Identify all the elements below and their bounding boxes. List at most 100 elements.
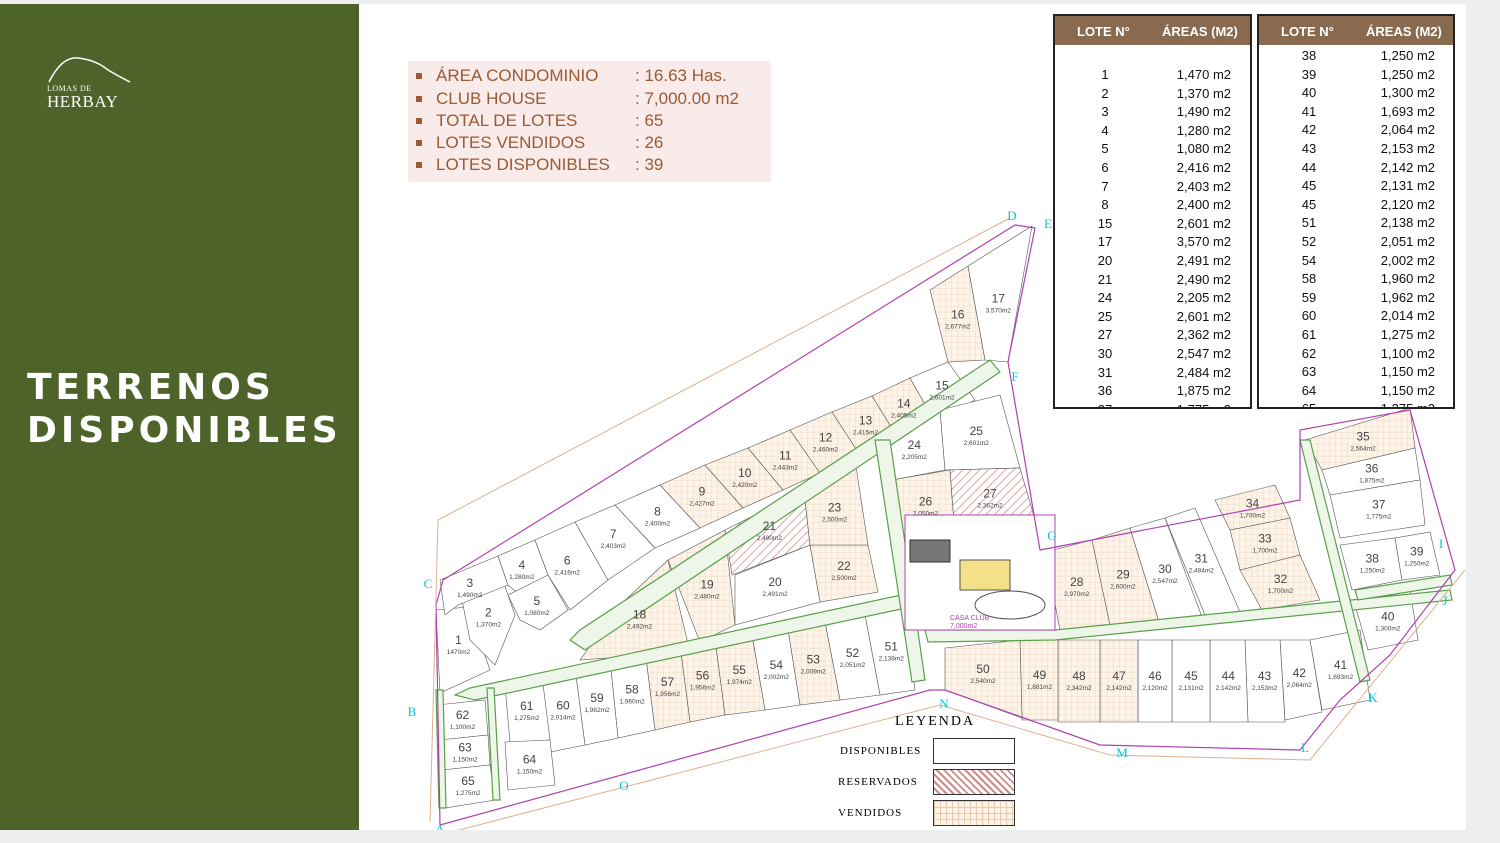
lot-area-label: 2,142m2 [1216, 685, 1242, 692]
lot-number-label: 14 [897, 397, 911, 411]
vertex-label: J [1442, 593, 1447, 608]
lot-area-cell: 1,490 m2 [1176, 104, 1231, 120]
building-icon [959, 559, 1011, 591]
mountain-icon [48, 57, 131, 83]
table-row: 5 1,080 m2 [1055, 140, 1250, 158]
lot-number-cell: 31 [1097, 364, 1113, 380]
pool-icon [909, 539, 951, 563]
lot-number-cell: 15 [1097, 215, 1113, 231]
lot-area-label: 1,250m2 [1360, 567, 1386, 574]
lot-number-label: 23 [828, 501, 842, 515]
stat-value: : 65 [635, 111, 664, 130]
legend-swatch-available [933, 738, 1015, 764]
header-area: ÁREAS (M2) [1162, 24, 1238, 39]
table-row: 45 2,120 m2 [1259, 196, 1453, 214]
table-row: 27 2,362 m2 [1055, 326, 1250, 344]
lot-number-label: 27 [983, 486, 997, 500]
lot-area-cell: 1,960 m2 [1380, 271, 1435, 287]
lot-number-cell: 3 [1101, 104, 1109, 120]
table-row: 61 1,275 m2 [1259, 326, 1453, 344]
club-house-area-label: 7,000m2 [950, 623, 977, 630]
lot-area-label: 2,342m2 [1066, 685, 1092, 692]
lot-number-cell: 36 [1097, 383, 1113, 399]
lot-number-cell: 60 [1301, 308, 1317, 324]
lot-number-label: 34 [1246, 496, 1260, 510]
lot-area-label: 2,420m2 [732, 482, 758, 489]
lot-number-cell: 59 [1301, 289, 1317, 305]
legend-title: LEYENDA [895, 714, 976, 729]
lot-number-label: 11 [779, 448, 792, 462]
lot-area-label: 3,570m2 [986, 308, 1012, 315]
lot-number-label: 8 [654, 505, 661, 519]
lot-number-cell: 62 [1301, 345, 1317, 361]
lot-number-cell: 4 [1101, 122, 1109, 138]
lot-number-label: 48 [1072, 669, 1086, 683]
bullet-icon [416, 140, 422, 146]
lot-area-cell: 1,693 m2 [1380, 103, 1435, 119]
lot-area-cell: 2,205 m2 [1176, 290, 1231, 306]
lot-area-label: 2,540m2 [970, 678, 996, 685]
lot-number-label: 42 [1293, 666, 1307, 680]
lot-number-label: 12 [819, 431, 833, 445]
lot-number-label: 25 [970, 424, 984, 438]
lot-number-cell: 42 [1301, 122, 1317, 138]
lot-number-cell: 7 [1101, 178, 1109, 194]
table-row: 21 2,490 m2 [1055, 271, 1250, 289]
stat-label: CLUB HOUSE [436, 89, 547, 108]
lot-number-label: 65 [461, 774, 475, 788]
lot-area-cell: 2,403 m2 [1176, 178, 1231, 194]
lot-number-cell: 25 [1097, 308, 1113, 324]
lot-number-label: 18 [633, 607, 647, 621]
vertex-label: K [1368, 690, 1378, 705]
lot-number-label: 38 [1366, 551, 1380, 565]
lot-number-label: 32 [1274, 572, 1288, 586]
lot-area-label: 1,700m2 [1268, 588, 1294, 595]
slide: LOMAS DE HERBAY TERRENOS DISPONIBLES ÁRE… [0, 4, 1466, 830]
lot-22 [809, 544, 879, 603]
lot-area-label: 1,974m2 [727, 679, 753, 686]
lot-number-label: 64 [523, 752, 537, 766]
lot-area-label: 2,601m2 [964, 440, 990, 447]
bullet-icon [416, 162, 422, 168]
lot-area-cell: 2,142 m2 [1380, 159, 1435, 175]
lot-area-cell: 1,150 m2 [1380, 382, 1435, 398]
lot-number-cell: 45 [1301, 196, 1317, 212]
table-row: 58 1,960 m2 [1259, 270, 1453, 288]
lot-number-cell: 38 [1301, 48, 1317, 63]
lot-area-label: 2,500m2 [822, 517, 848, 524]
lot-area-label: 1,956m2 [690, 685, 716, 692]
lot-number-label: 7 [610, 527, 617, 541]
title-line-1: TERRENOS [27, 367, 275, 408]
stats-box: ÁREA CONDOMINIO: 16.63 Has. CLUB HOUSE: … [408, 61, 771, 182]
lot-number-label: 26 [919, 494, 933, 508]
lot-number-cell: 37 [1075, 402, 1135, 407]
lot-number-cell: 24 [1097, 290, 1113, 306]
lot-area-label: 2,491m2 [762, 591, 788, 598]
table-row: 40 1,300 m2 [1259, 84, 1453, 102]
lot-number-label: 44 [1222, 669, 1236, 683]
lot-number-label: 21 [763, 519, 777, 533]
lot-area-label: 2,500m2 [831, 575, 857, 582]
lot-area-cell: 1,775 m2 [1151, 402, 1231, 407]
lot-area-label: 2,443m2 [773, 464, 799, 471]
lot-number-label: 36 [1365, 461, 1379, 475]
lot-area-label: 1,100m2 [450, 724, 476, 731]
lot-area-label: 1,700m2 [1240, 512, 1266, 519]
lot-area-label: 2,547m2 [1152, 578, 1178, 585]
lot-number-label: 22 [837, 559, 851, 573]
legend-label: RESERVADOS [838, 776, 918, 788]
lot-number-cell: 2 [1101, 85, 1109, 101]
lot-area-label: 2,120m2 [1142, 685, 1168, 692]
lot-area-label: 1,875m2 [1359, 477, 1385, 484]
table-row: 20 2,491 m2 [1055, 252, 1250, 270]
lot-number-cell: 8 [1101, 197, 1109, 213]
table-row: 44 2,142 m2 [1259, 159, 1453, 177]
table-row: 6 2,416 m2 [1055, 159, 1250, 177]
lot-number-cell: 40 [1301, 85, 1317, 101]
lot-number-label: 24 [908, 438, 922, 452]
stat-value: : 26 [635, 133, 664, 152]
table-row: 24 2,205 m2 [1055, 289, 1250, 307]
lot-area-label: 1,280m2 [509, 574, 535, 581]
table-row: 51 2,138 m2 [1259, 214, 1453, 232]
vertex-label: E [1044, 216, 1052, 231]
